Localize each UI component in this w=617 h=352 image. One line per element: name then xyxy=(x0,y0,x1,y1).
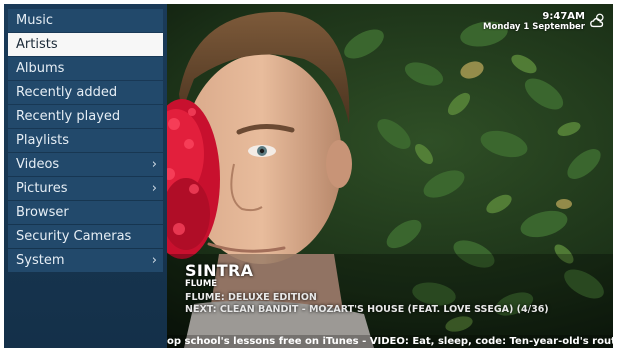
menu-item-label: Playlists xyxy=(16,133,69,148)
menu-item-albums[interactable]: Albums xyxy=(8,57,163,80)
main-menu: Music Artists Albums Recently added Recently… xyxy=(8,9,163,273)
clock-time: 9:47AM xyxy=(542,11,585,22)
menu-item-label: Browser xyxy=(16,205,69,220)
cloud-sun-icon xyxy=(590,13,604,28)
menu-item-pictures[interactable]: Pictures › xyxy=(8,177,163,200)
menu-item-videos[interactable]: Videos › xyxy=(8,153,163,176)
clock: 9:47AM Monday 1 September xyxy=(483,11,585,32)
menu-item-label: Artists xyxy=(16,37,58,52)
sidebar: Music Artists Albums Recently added Recently… xyxy=(4,4,167,348)
menu-item-security-cameras[interactable]: Security Cameras xyxy=(8,225,163,248)
menu-item-label: Security Cameras xyxy=(16,229,132,244)
menu-item-recently-added[interactable]: Recently added xyxy=(8,81,163,104)
menu-item-label: Albums xyxy=(16,61,65,76)
menu-item-label: System xyxy=(16,253,65,268)
menu-item-label: Videos xyxy=(16,157,60,172)
chevron-right-icon: › xyxy=(151,181,157,196)
clock-date: Monday 1 September xyxy=(483,22,585,32)
chevron-right-icon: › xyxy=(151,253,157,268)
menu-item-music[interactable]: Music xyxy=(8,9,163,32)
menu-item-label: Pictures xyxy=(16,181,68,196)
news-ticker: op school's lessons free on iTunes - VID… xyxy=(167,335,613,348)
media-center-screen: Music Artists Albums Recently added Recently… xyxy=(4,4,613,348)
track-title: SINTRA xyxy=(185,261,254,280)
menu-item-artists[interactable]: Artists xyxy=(8,33,163,56)
chevron-right-icon: › xyxy=(151,157,157,172)
track-artist: FLUME xyxy=(185,279,218,289)
news-ticker-text: op school's lessons free on iTunes - VID… xyxy=(167,336,613,347)
menu-item-label: Recently added xyxy=(16,85,118,100)
menu-item-label: Music xyxy=(16,13,53,28)
menu-item-label: Recently played xyxy=(16,109,121,124)
next-track: NEXT: CLEAN BANDIT - MOZART'S HOUSE (FEA… xyxy=(185,304,549,315)
menu-item-playlists[interactable]: Playlists xyxy=(8,129,163,152)
track-album: FLUME: DELUXE EDITION xyxy=(185,292,317,303)
menu-item-recently-played[interactable]: Recently played xyxy=(8,105,163,128)
menu-item-browser[interactable]: Browser xyxy=(8,201,163,224)
now-playing: SINTRA FLUME FLUME: DELUXE EDITION NEXT:… xyxy=(185,262,549,316)
menu-item-system[interactable]: System › xyxy=(8,249,163,272)
